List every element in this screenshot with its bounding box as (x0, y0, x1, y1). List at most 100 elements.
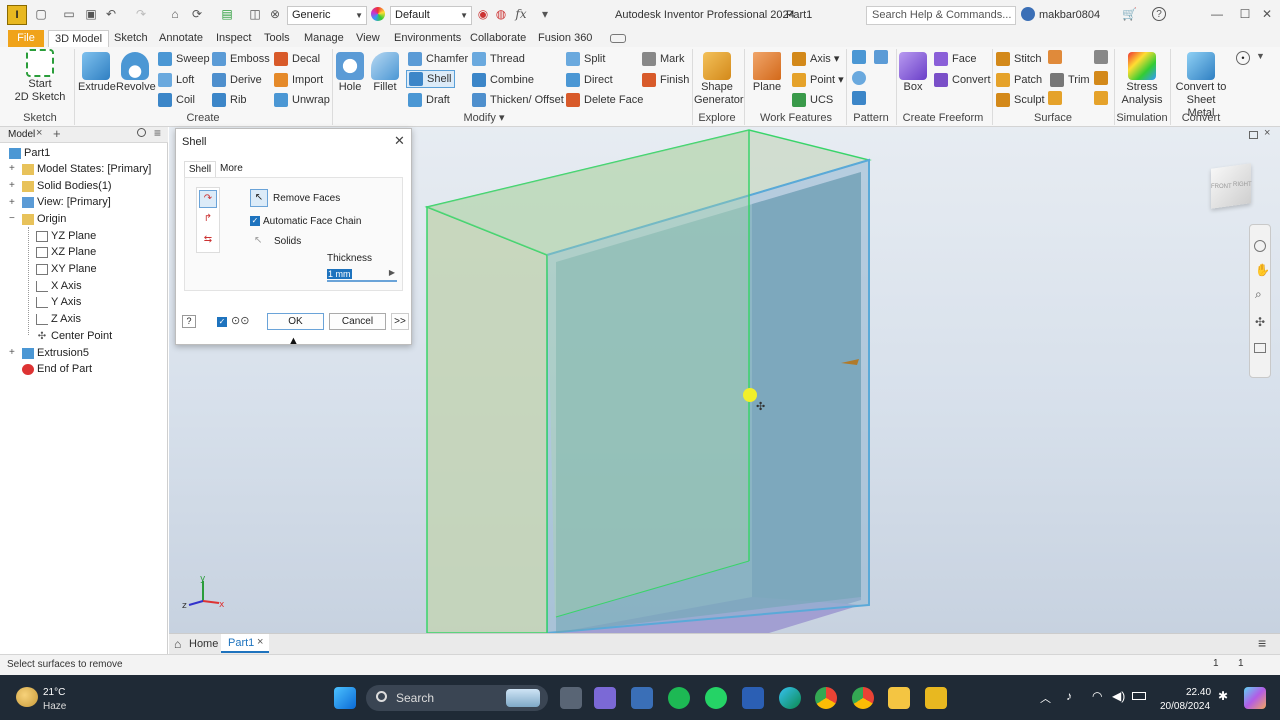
tray-chevron-icon[interactable]: ︿ (1040, 690, 1051, 706)
loft-button[interactable]: Loft (158, 71, 194, 89)
app-icon[interactable] (631, 687, 653, 709)
tab-fusion-360[interactable]: Fusion 360 (532, 30, 598, 47)
word-icon[interactable] (742, 687, 764, 709)
browser-menu-icon[interactable]: ≡ (154, 126, 161, 140)
browser-search-icon[interactable] (137, 128, 146, 137)
tree-item-y-axis[interactable]: Y Axis (36, 294, 81, 310)
select-icon[interactable]: ▤ (220, 7, 234, 21)
coil-button[interactable]: Coil (158, 91, 195, 109)
tree-item-view[interactable]: View: [Primary] (22, 194, 111, 210)
sculpt-button[interactable]: Sculpt (996, 91, 1045, 109)
close-icon[interactable]: ✕ (1260, 7, 1274, 21)
fit-mesh-icon[interactable] (1094, 91, 1108, 105)
circular-pattern-icon[interactable] (852, 71, 866, 85)
ruled-surface-icon[interactable] (1048, 50, 1062, 64)
edge-icon[interactable] (779, 687, 801, 709)
wifi-icon[interactable]: ◠ (1092, 689, 1102, 703)
tab-tools[interactable]: Tools (258, 30, 296, 47)
sketch-pattern-icon[interactable] (852, 91, 866, 105)
tab-sketch[interactable]: Sketch (108, 30, 154, 47)
viewcube-front-face[interactable]: FRONT (1211, 184, 1232, 190)
expand-view-icon[interactable]: + (9, 197, 15, 208)
rectangular-pattern-icon[interactable] (852, 50, 866, 64)
tab-annotate[interactable]: Annotate (153, 30, 209, 47)
tree-item-part1[interactable]: Part1 (9, 145, 50, 161)
start-2d-sketch-button[interactable]: Start 2D Sketch (14, 49, 66, 104)
tab-inspect[interactable]: Inspect (210, 30, 257, 47)
import-button[interactable]: Import (274, 71, 323, 89)
tab-more[interactable]: More (220, 162, 243, 176)
thickness-flyout-icon[interactable]: ▶ (389, 268, 395, 277)
delete-face-button[interactable]: Delete Face (566, 91, 643, 109)
open-folder-icon[interactable]: ▭ (62, 7, 76, 21)
help-icon[interactable]: ? (182, 315, 196, 328)
whatsapp-icon[interactable] (705, 687, 727, 709)
new-file-icon[interactable]: ▢ (34, 7, 48, 21)
clock-time[interactable]: 22.40 (1186, 687, 1211, 698)
weather-temp[interactable]: 21°C (43, 687, 65, 698)
sweep-button[interactable]: Sweep (158, 50, 210, 68)
freeform-box-button[interactable]: Box (898, 49, 928, 94)
inside-direction-icon[interactable]: ↷ (199, 190, 217, 208)
browser-close-tab-icon[interactable]: × (36, 127, 42, 139)
user-name[interactable]: makbar0804 (1039, 9, 1100, 21)
viewport-close-icon[interactable]: × (1264, 127, 1270, 139)
thicken-offset-button[interactable]: Thicken/ Offset (472, 91, 564, 109)
repair-icon[interactable] (1094, 71, 1108, 85)
zoom-icon[interactable]: ⌕ (1255, 287, 1262, 302)
tree-item-solid-bodies[interactable]: Solid Bodies(1) (22, 178, 112, 194)
collapse-origin-icon[interactable]: − (9, 213, 15, 224)
file-explorer-icon[interactable] (888, 687, 910, 709)
adjust-icon[interactable]: ◉ (476, 7, 490, 21)
browser-add-tab-icon[interactable]: + (53, 126, 61, 141)
chrome-icon-2[interactable] (852, 687, 874, 709)
maximize-icon[interactable]: ☐ (1238, 7, 1252, 21)
chat-icon[interactable] (594, 687, 616, 709)
clear-appearance-icon[interactable]: ◍ (494, 7, 508, 21)
expand-button[interactable]: >> (391, 313, 409, 330)
notification-icon[interactable]: ✱ (1218, 689, 1228, 703)
dialog-close-icon[interactable]: ✕ (394, 133, 405, 149)
tab-view[interactable]: View (350, 30, 386, 47)
ucs-button[interactable]: UCS (792, 91, 833, 109)
tree-item-x-axis[interactable]: X Axis (36, 278, 82, 294)
stitch-button[interactable]: Stitch (996, 50, 1042, 68)
preview-checkbox[interactable]: ✓ (217, 317, 227, 327)
appearance-select[interactable]: Default ▼ (390, 6, 472, 25)
trim-button[interactable]: Trim (1050, 71, 1090, 89)
ribbon-options-chevron-icon[interactable]: ▼ (1256, 51, 1265, 61)
tab-collaborate[interactable]: Collaborate (464, 30, 532, 47)
weather-icon[interactable] (16, 687, 38, 707)
group-modify-label[interactable]: Modify ▾ (334, 111, 634, 125)
revolve-button[interactable]: Revolve (116, 49, 156, 94)
viewport-restore-icon[interactable] (1249, 131, 1258, 139)
remove-faces-select-icon[interactable]: ↖ (250, 189, 268, 207)
visual-style-select[interactable]: Generic ▼ (287, 6, 367, 25)
task-view-icon[interactable] (560, 687, 582, 709)
split-button[interactable]: Split (566, 50, 605, 68)
tab-home[interactable]: Home (189, 638, 218, 650)
axis-button[interactable]: Axis ▾ (792, 50, 839, 68)
replace-face-icon[interactable] (1094, 50, 1108, 64)
expand-model-states-icon[interactable]: + (9, 163, 15, 174)
tree-item-z-axis[interactable]: Z Axis (36, 311, 81, 327)
inventor-taskbar-icon[interactable] (925, 687, 947, 709)
mirror-icon[interactable] (874, 50, 888, 64)
expand-extrusion5-icon[interactable]: + (9, 347, 15, 358)
user-icon[interactable] (1021, 7, 1035, 21)
solids-select-icon[interactable]: ↖ (254, 235, 262, 246)
taskbar-search[interactable]: Search (366, 685, 548, 711)
redo-icon[interactable]: ↷ (134, 7, 148, 21)
fx-icon[interactable]: fx (514, 7, 528, 21)
document-menu-icon[interactable]: ≡ (1258, 635, 1266, 651)
microphone-icon[interactable]: ♪ (1066, 689, 1072, 703)
extrude-button[interactable]: Extrude (78, 49, 116, 94)
freeform-face-button[interactable]: Face (934, 50, 976, 68)
decal-button[interactable]: Decal (274, 50, 320, 68)
volume-icon[interactable]: ◀) (1112, 689, 1125, 703)
undo-icon[interactable]: ↶ (104, 7, 118, 21)
measure-icon[interactable]: ◫ (248, 7, 262, 21)
tree-item-xy-plane[interactable]: XY Plane (36, 261, 97, 277)
expand-solid-bodies-icon[interactable]: + (9, 180, 15, 191)
tree-item-yz-plane[interactable]: YZ Plane (36, 228, 96, 244)
